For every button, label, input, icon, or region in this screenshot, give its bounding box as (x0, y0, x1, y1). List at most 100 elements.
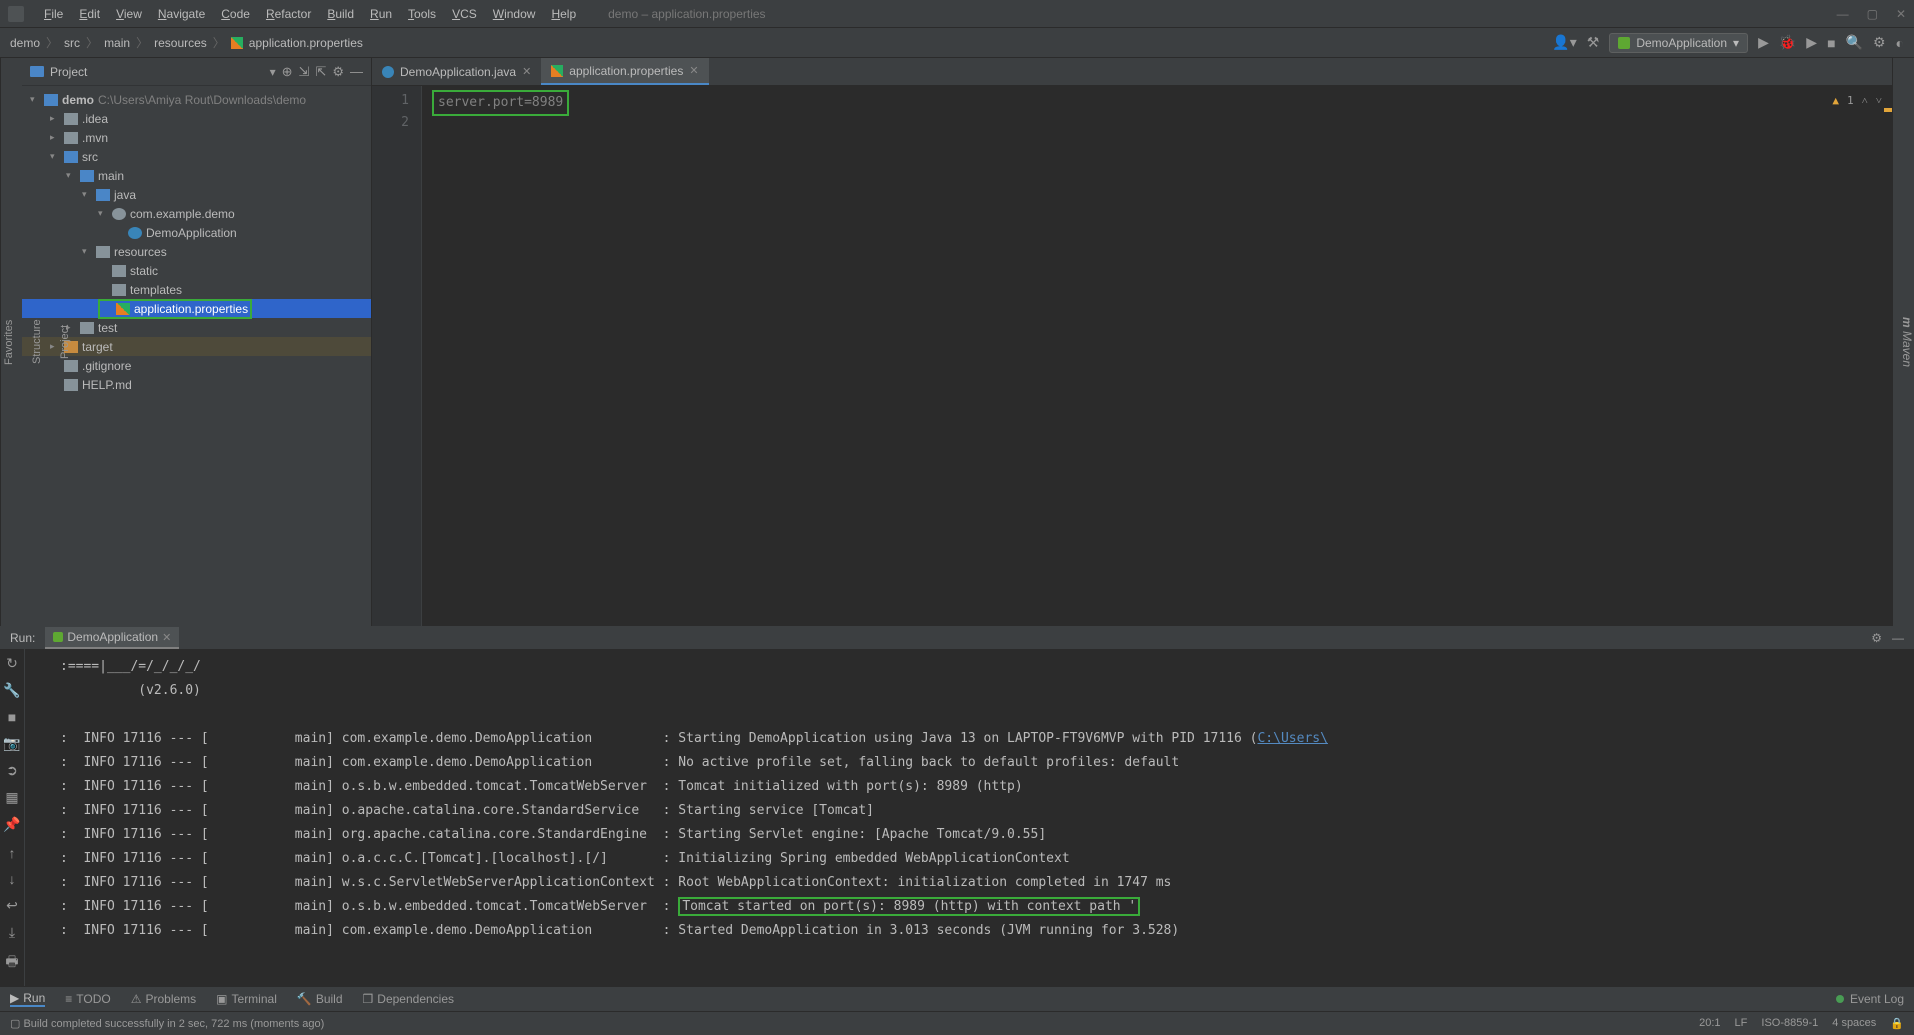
right-tool-strip[interactable]: m Maven (1892, 58, 1914, 626)
tree-row[interactable]: HELP.md (22, 375, 371, 394)
bottom-tab-todo[interactable]: ≡ TODO (65, 992, 110, 1006)
lock-icon[interactable]: 🔒 (1890, 1017, 1904, 1030)
tree-row[interactable]: ▾ com.example.demo (22, 204, 371, 223)
tree-row[interactable]: ▾ resources (22, 242, 371, 261)
tree-row[interactable]: ▸ .idea (22, 109, 371, 128)
down-icon[interactable]: ↓ (9, 871, 16, 887)
menu-code[interactable]: Code (213, 7, 258, 21)
exit-icon[interactable]: ➲ (6, 762, 18, 779)
prev-highlight-icon[interactable]: ˄ (1862, 90, 1868, 112)
tree-row[interactable]: ▸ .mvn (22, 128, 371, 147)
tree-row[interactable]: static (22, 261, 371, 280)
menu-build[interactable]: Build (319, 7, 362, 21)
console-output[interactable]: :====|___/=/_/_/_/ (v2.6.0) : INFO 17116… (50, 649, 1914, 1008)
status-widgets-icon[interactable]: ▢ (10, 1017, 20, 1030)
updates-icon[interactable]: ⚙ (1873, 34, 1886, 51)
tree-row[interactable]: ▾ main (22, 166, 371, 185)
editor-tab[interactable]: application.properties✕ (541, 58, 708, 85)
collapse-all-icon[interactable]: ⇱ (315, 64, 326, 80)
menu-navigate[interactable]: Navigate (150, 7, 213, 21)
warning-stripe[interactable] (1884, 108, 1892, 112)
run-config-selector[interactable]: DemoApplication ▾ (1609, 33, 1748, 53)
tool-tab-structure[interactable]: Structure (29, 316, 45, 369)
avatar-icon[interactable]: ◐ (1896, 35, 1904, 51)
soft-wrap-icon[interactable]: ↩ (6, 897, 18, 914)
print-icon[interactable]: 🖶 (5, 951, 18, 975)
menu-help[interactable]: Help (543, 7, 584, 21)
tree-row[interactable]: .gitignore (22, 356, 371, 375)
file-link[interactable]: C:\Users\ (1257, 731, 1327, 746)
bottom-tab-terminal[interactable]: ▣ Terminal (216, 992, 277, 1006)
tree-row[interactable]: templates (22, 280, 371, 299)
coverage-icon[interactable]: ▶ (1806, 34, 1817, 51)
encoding[interactable]: ISO-8859-1 (1761, 1017, 1818, 1030)
layout-icon[interactable]: ▦ (5, 789, 18, 806)
run-icon[interactable]: ▶ (1758, 34, 1769, 51)
locate-icon[interactable]: ⊕ (282, 64, 293, 80)
next-highlight-icon[interactable]: ˅ (1876, 90, 1882, 112)
run-tab[interactable]: DemoApplication ✕ (45, 627, 179, 649)
pin-icon[interactable]: 📌 (3, 816, 20, 833)
bottom-tab-run[interactable]: ▶ Run (10, 991, 45, 1007)
event-log-button[interactable]: Event Log (1850, 992, 1904, 1006)
close-tab-icon[interactable]: ✕ (689, 64, 698, 77)
breadcrumb-item[interactable]: demo (10, 36, 40, 50)
minimize-icon[interactable]: — (1837, 7, 1849, 21)
user-icon[interactable]: 👤▾ (1552, 34, 1576, 51)
menu-tools[interactable]: Tools (400, 7, 444, 21)
maximize-icon[interactable]: ▢ (1867, 7, 1878, 21)
dump-threads-icon[interactable]: 📷 (3, 735, 20, 752)
view-mode-icon[interactable]: ▾ (270, 65, 276, 79)
bottom-tab-dependencies[interactable]: ❒ Dependencies (363, 992, 455, 1006)
bottom-tab-build[interactable]: 🔨 Build (297, 992, 343, 1006)
hammer-icon[interactable]: ⚒ (1587, 34, 1600, 51)
hide-panel-icon[interactable]: — (350, 64, 363, 79)
breadcrumb-item[interactable]: resources (154, 36, 207, 50)
stop-run-icon[interactable]: ■ (8, 709, 16, 725)
tree-row[interactable]: ▸ target (22, 337, 371, 356)
line-ending[interactable]: LF (1735, 1017, 1748, 1030)
menu-window[interactable]: Window (485, 7, 544, 21)
tree-row[interactable]: ▾ demo C:\Users\Amiya Rout\Downloads\dem… (22, 90, 371, 109)
menu-vcs[interactable]: VCS (444, 7, 485, 21)
tool-tab-favorites[interactable]: Favorites (1, 315, 17, 368)
menu-view[interactable]: View (108, 7, 150, 21)
editor-tab[interactable]: DemoApplication.java✕ (372, 58, 541, 85)
rerun-icon[interactable]: ↻ (6, 655, 18, 672)
stop-icon[interactable]: ■ (1827, 35, 1835, 51)
debug-icon[interactable]: 🐞 (1779, 34, 1796, 51)
close-tab-icon[interactable]: ✕ (522, 65, 531, 78)
expand-all-icon[interactable]: ⇲ (299, 64, 310, 80)
hide-run-icon[interactable]: — (1892, 631, 1904, 645)
menu-refactor[interactable]: Refactor (258, 7, 319, 21)
scroll-end-icon[interactable]: ⤓ (9, 924, 15, 941)
close-icon[interactable]: ✕ (1896, 7, 1906, 21)
tree-row[interactable]: ▾ src (22, 147, 371, 166)
code-area[interactable]: server.port=8989 ▲ 1 ˄ ˅ (422, 86, 1892, 626)
run-settings-icon[interactable]: ⚙ (1871, 631, 1882, 645)
breadcrumb-item[interactable]: application.properties (249, 36, 363, 50)
breadcrumb-item[interactable]: main (104, 36, 130, 50)
bottom-tab-problems[interactable]: ⚠ Problems (131, 992, 196, 1006)
caret-position[interactable]: 20:1 (1699, 1017, 1720, 1030)
tree-row[interactable]: DemoApplication (22, 223, 371, 242)
menu-edit[interactable]: Edit (71, 7, 108, 21)
menu-file[interactable]: File (36, 7, 71, 21)
tool-tab-project[interactable]: Project (57, 321, 73, 363)
tree-row[interactable]: ▾ java (22, 185, 371, 204)
wrench-icon[interactable]: 🔧 (3, 682, 20, 699)
up-icon[interactable]: ↑ (9, 845, 16, 861)
editor-inspections[interactable]: ▲ 1 ˄ ˅ (1832, 90, 1882, 112)
close-tab-icon[interactable]: ✕ (162, 631, 171, 644)
breadcrumb-item[interactable]: src (64, 36, 80, 50)
folder-icon (64, 113, 78, 125)
search-icon[interactable]: 🔍 (1846, 34, 1863, 51)
tree-row[interactable]: ▸ test (22, 318, 371, 337)
indent-info[interactable]: 4 spaces (1832, 1017, 1876, 1030)
project-tree[interactable]: ▾ demo C:\Users\Amiya Rout\Downloads\dem… (22, 86, 371, 398)
tree-row[interactable]: application.properties (22, 299, 371, 318)
menu-run[interactable]: Run (362, 7, 400, 21)
settings-icon[interactable]: ⚙ (332, 64, 344, 80)
ide-logo-icon (8, 6, 24, 22)
tool-tab-maven[interactable]: Maven (1900, 331, 1914, 367)
